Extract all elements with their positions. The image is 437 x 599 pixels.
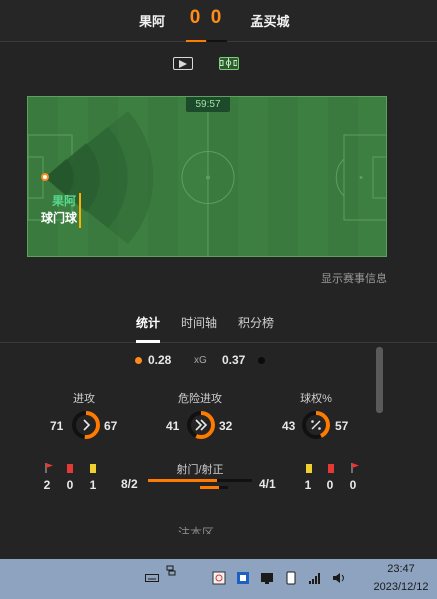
away-team-name[interactable]: 孟买城 <box>246 11 294 30</box>
app-icon[interactable] <box>236 571 250 585</box>
stat-away-dangerous-attacks: 32 <box>219 419 233 433</box>
home-shots-bar <box>148 479 218 482</box>
dangerous-attacks-gauge <box>185 409 217 441</box>
volume-icon[interactable] <box>332 571 346 585</box>
live-pitch: 59:57 果阿 球门球 <box>27 96 387 257</box>
home-xg-value: 0.28 <box>148 353 172 367</box>
corner-flag-icon <box>45 463 53 473</box>
clock-date[interactable]: 2023/12/12 <box>365 581 437 593</box>
away-score: 0 <box>210 7 222 28</box>
away-yellow-cards: 1 <box>304 478 312 492</box>
stat-home-dangerous-attacks: 41 <box>166 419 180 433</box>
corner-flag-icon <box>351 463 359 473</box>
double-chevron-right-icon <box>195 419 208 431</box>
away-red-cards: 0 <box>326 478 334 492</box>
home-shots: 8/2 <box>121 477 138 491</box>
play-video-icon[interactable] <box>173 57 193 70</box>
home-color-dot <box>135 357 142 364</box>
event-label: 球门球 <box>40 211 77 225</box>
stat-title-possession: 球权% <box>300 393 332 405</box>
system-taskbar: 23:47 2023/12/12 <box>0 559 437 599</box>
possession-gauge <box>300 409 332 441</box>
stat-away-attacks: 67 <box>104 419 118 433</box>
keyboard-icon[interactable] <box>145 571 159 585</box>
home-red-cards: 0 <box>66 478 74 492</box>
screenshot-icon[interactable] <box>212 571 226 585</box>
home-corners: 2 <box>43 478 51 492</box>
away-color-indicator <box>207 40 227 42</box>
event-team-name: 果阿 <box>52 194 77 208</box>
xg-label: xG <box>194 355 207 366</box>
event-indicator-bar <box>79 193 81 228</box>
home-yellow-cards: 1 <box>89 478 97 492</box>
yellow-card-icon <box>306 464 312 473</box>
stat-away-possession: 57 <box>335 419 349 433</box>
away-corners: 0 <box>349 478 357 492</box>
away-shots: 4/1 <box>259 477 276 491</box>
chevron-right-icon <box>83 419 91 431</box>
tablet-icon[interactable] <box>284 571 298 585</box>
tab-stats[interactable]: 统计 <box>136 314 160 331</box>
red-card-icon <box>67 464 73 473</box>
pitch-view-icon[interactable] <box>219 57 239 70</box>
attacks-gauge <box>70 409 102 441</box>
home-team-name[interactable]: 果阿 <box>128 11 176 30</box>
next-section-heading: 注本区 <box>178 526 215 534</box>
home-color-indicator <box>186 40 206 42</box>
signal-icon[interactable] <box>308 571 322 585</box>
display-icon[interactable] <box>260 571 274 585</box>
yellow-card-icon <box>90 464 96 473</box>
stat-title-dangerous-attacks: 危险进攻 <box>178 393 222 405</box>
ball-position-marker <box>41 173 49 181</box>
ime-icon[interactable] <box>166 565 176 577</box>
tab-bar: 统计 时间轴 积分榜 <box>0 310 437 343</box>
red-card-icon <box>328 464 334 473</box>
stat-home-possession: 43 <box>282 419 296 433</box>
percent-icon <box>311 420 321 430</box>
clock-time[interactable]: 23:47 <box>381 563 421 575</box>
tab-timeline[interactable]: 时间轴 <box>181 314 217 331</box>
shots-title: 射门/射正 <box>176 464 224 476</box>
match-header: 果阿 0 0 孟买城 <box>0 0 437 42</box>
show-match-info-link[interactable]: 显示赛事信息 <box>321 270 387 286</box>
match-clock: 59:57 <box>186 97 230 112</box>
active-tab-indicator <box>136 340 160 343</box>
pitch-markings <box>28 97 386 256</box>
away-xg-value: 0.37 <box>222 353 246 367</box>
stat-home-attacks: 71 <box>50 419 64 433</box>
home-score: 0 <box>189 7 201 28</box>
tab-standings[interactable]: 积分榜 <box>238 314 274 331</box>
home-on-target-bar <box>200 486 219 489</box>
stat-title-attacks: 进攻 <box>73 393 95 405</box>
away-color-dot <box>258 357 265 364</box>
scrollbar-thumb[interactable] <box>376 347 383 413</box>
